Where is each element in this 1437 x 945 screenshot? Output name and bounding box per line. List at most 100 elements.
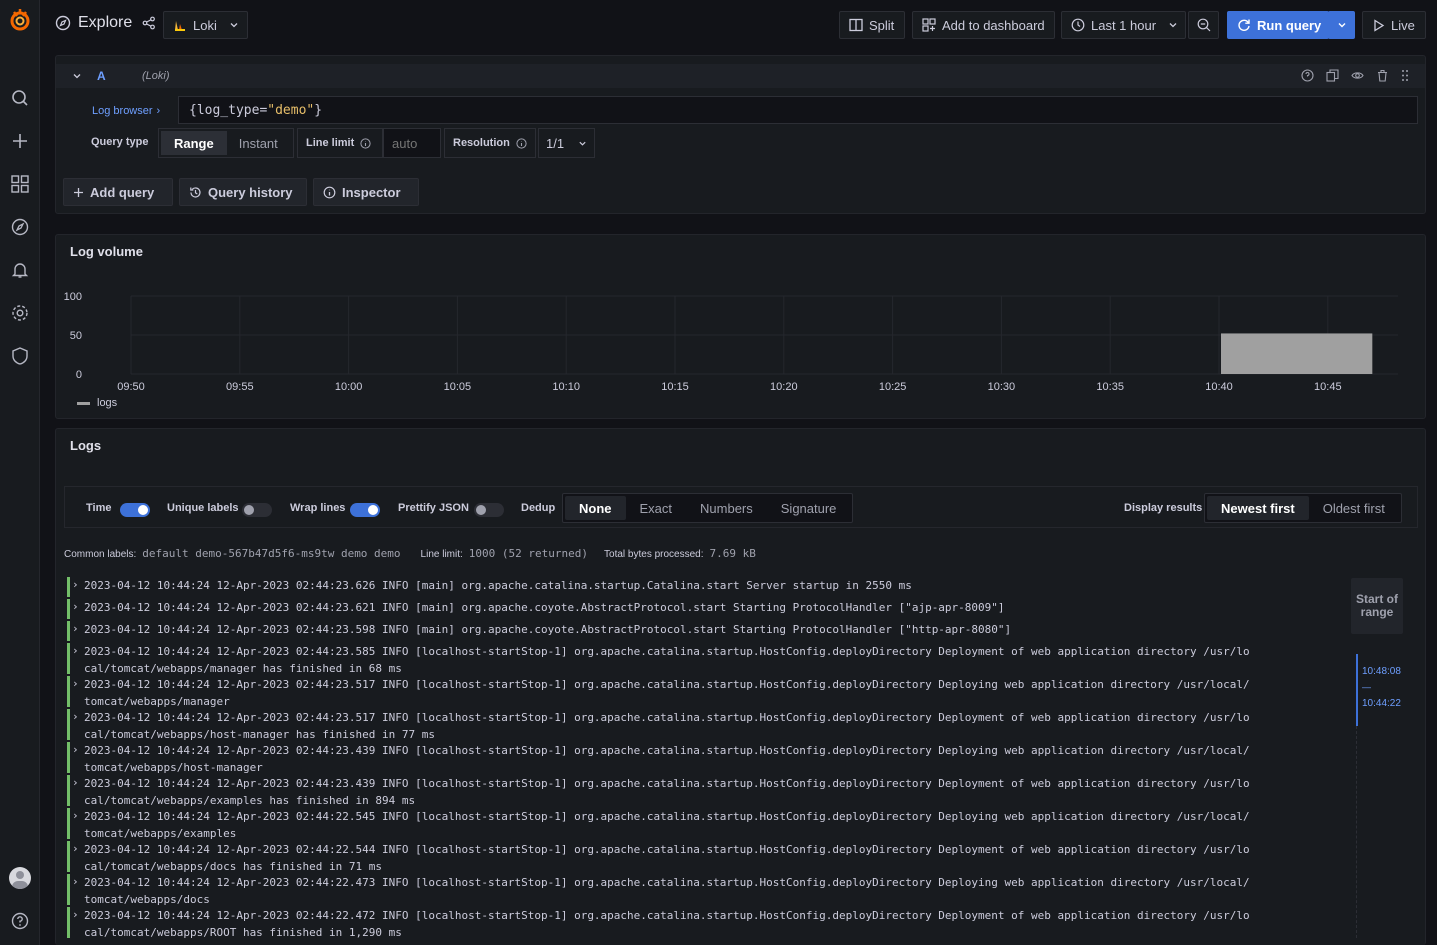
duplicate-icon[interactable] — [1326, 69, 1339, 82]
chevron-down-icon[interactable] — [72, 71, 82, 81]
live-button[interactable]: Live — [1362, 11, 1426, 39]
chevron-right-icon[interactable]: › — [72, 621, 79, 638]
x-tick-label: 10:00 — [335, 381, 363, 393]
chevron-right-icon[interactable]: › — [72, 907, 79, 924]
log-line: 2023-04-12 10:44:24 12-Apr-2023 02:44:23… — [84, 645, 1250, 658]
run-query-dropdown[interactable] — [1328, 11, 1355, 39]
prettify-json-toggle[interactable] — [474, 503, 504, 517]
zoom-out-icon — [1197, 18, 1210, 32]
chevron-right-icon[interactable]: › — [72, 643, 79, 660]
trash-icon[interactable] — [1376, 69, 1389, 82]
log-row[interactable]: › 2023-04-12 10:44:24 12-Apr-2023 02:44:2… — [67, 577, 1347, 597]
bytes-processed-value: 7.69 kB — [709, 547, 756, 560]
drag-handle-icon[interactable] — [1401, 69, 1409, 82]
help-icon[interactable] — [0, 907, 40, 935]
chevron-right-icon[interactable]: › — [72, 775, 79, 792]
grafana-logo-icon[interactable] — [0, 6, 40, 34]
unique-labels-toggle[interactable] — [242, 503, 272, 517]
chevron-right-icon[interactable]: › — [72, 599, 79, 616]
query-input[interactable]: {log_type="demo"} — [178, 96, 1418, 124]
bell-icon[interactable] — [0, 256, 40, 284]
common-labels-value: default demo-567b47d5f6-ms9tw demo demo — [142, 547, 401, 560]
x-tick-label: 10:35 — [1096, 381, 1124, 393]
shield-icon[interactable] — [0, 342, 40, 370]
log-row[interactable]: › 2023-04-12 10:44:24 12-Apr-2023 02:44:2… — [67, 907, 1347, 939]
chevron-right-icon[interactable]: › — [72, 874, 79, 891]
y-tick-label: 100 — [64, 291, 82, 303]
log-row[interactable]: › 2023-04-12 10:44:24 12-Apr-2023 02:44:2… — [67, 841, 1347, 873]
line-limit-input[interactable] — [383, 128, 441, 158]
sort-newest-first[interactable]: Newest first — [1207, 496, 1309, 520]
chevron-down-icon — [579, 141, 586, 146]
eye-icon[interactable] — [1351, 69, 1364, 82]
chevron-right-icon[interactable]: › — [72, 676, 79, 693]
dedup-signature[interactable]: Signature — [767, 496, 851, 520]
zoom-out-button[interactable] — [1188, 11, 1219, 39]
log-line: 2023-04-12 10:44:24 12-Apr-2023 02:44:22… — [84, 876, 1250, 889]
query-type-instant[interactable]: Instant — [227, 131, 290, 155]
dedup-none[interactable]: None — [565, 496, 626, 520]
query-row-header: A (Loki) — [56, 64, 1425, 88]
log-line: 2023-04-12 10:44:24 12-Apr-2023 02:44:23… — [84, 777, 1250, 790]
x-tick-label: 10:25 — [879, 381, 907, 393]
query-datasource-hint: (Loki) — [142, 70, 170, 82]
log-line: 2023-04-12 10:44:24 12-Apr-2023 02:44:22… — [84, 909, 1250, 922]
chevron-right-icon[interactable]: › — [72, 742, 79, 759]
inspector-button[interactable]: Inspector — [313, 178, 419, 206]
share-icon[interactable] — [142, 16, 156, 30]
search-icon[interactable] — [0, 84, 40, 112]
line-limit-label-box: Line limit — [297, 128, 383, 158]
query-expr-value: "demo" — [267, 103, 315, 118]
avatar[interactable] — [0, 864, 40, 892]
log-row[interactable]: › 2023-04-12 10:44:24 12-Apr-2023 02:44:2… — [67, 676, 1347, 708]
chevron-right-icon[interactable]: › — [72, 577, 79, 594]
x-tick-label: 10:20 — [770, 381, 798, 393]
info-icon — [360, 137, 371, 149]
range-dash: — — [1362, 682, 1371, 692]
plus-icon[interactable] — [0, 127, 40, 155]
log-row[interactable]: › 2023-04-12 10:44:24 12-Apr-2023 02:44:2… — [67, 599, 1347, 619]
log-row[interactable]: › 2023-04-12 10:44:24 12-Apr-2023 02:44:2… — [67, 874, 1347, 906]
query-type-range[interactable]: Range — [161, 131, 227, 155]
add-to-dashboard-button[interactable]: Add to dashboard — [912, 11, 1055, 39]
query-history-button[interactable]: Query history — [179, 178, 307, 206]
log-row[interactable]: › 2023-04-12 10:44:24 12-Apr-2023 02:44:2… — [67, 742, 1347, 774]
dashboards-icon[interactable] — [0, 170, 40, 198]
time-range-picker[interactable]: Last 1 hour — [1061, 11, 1186, 39]
log-volume-bar — [1221, 333, 1373, 374]
log-row[interactable]: › 2023-04-12 10:44:24 12-Apr-2023 02:44:2… — [67, 709, 1347, 741]
gear-icon[interactable] — [0, 299, 40, 327]
chevron-right-icon[interactable]: › — [72, 841, 79, 858]
log-row[interactable]: › 2023-04-12 10:44:24 12-Apr-2023 02:44:2… — [67, 808, 1347, 840]
compass-icon[interactable] — [0, 213, 40, 241]
range-indicator[interactable]: 10:48:08 — 10:44:22 — [1356, 654, 1402, 726]
loki-icon — [175, 21, 185, 31]
help-icon[interactable] — [1301, 69, 1314, 82]
start-of-range-button[interactable]: Start of range — [1351, 578, 1403, 634]
wrap-lines-toggle[interactable] — [350, 503, 380, 517]
compass-icon — [55, 15, 71, 31]
chevron-right-icon[interactable]: › — [72, 709, 79, 726]
query-ref-id[interactable]: A — [97, 69, 106, 83]
dedup-exact[interactable]: Exact — [626, 496, 687, 520]
chevron-right-icon[interactable]: › — [72, 808, 79, 825]
datasource-name: Loki — [193, 17, 217, 33]
resolution-select[interactable]: 1/1 — [538, 128, 595, 158]
dedup-numbers[interactable]: Numbers — [686, 496, 767, 520]
range-top-time: 10:48:08 — [1362, 666, 1401, 677]
datasource-picker[interactable]: Loki — [163, 11, 248, 39]
log-browser-button[interactable]: Log browser › — [84, 98, 171, 124]
log-row[interactable]: › 2023-04-12 10:44:24 12-Apr-2023 02:44:2… — [67, 621, 1347, 641]
unique-labels-label: Unique labels — [167, 502, 239, 514]
run-query-button[interactable]: Run query — [1227, 11, 1329, 39]
add-query-button[interactable]: Add query — [63, 178, 173, 206]
log-row[interactable]: › 2023-04-12 10:44:24 12-Apr-2023 02:44:2… — [67, 775, 1347, 807]
log-line: 2023-04-12 10:44:24 12-Apr-2023 02:44:22… — [84, 810, 1250, 823]
split-button[interactable]: Split — [839, 11, 905, 39]
chart-legend[interactable]: logs — [77, 397, 117, 409]
range-track — [1356, 726, 1358, 938]
x-tick-label: 10:40 — [1205, 381, 1233, 393]
time-toggle[interactable] — [120, 503, 150, 517]
sort-oldest-first[interactable]: Oldest first — [1309, 496, 1399, 520]
log-row[interactable]: › 2023-04-12 10:44:24 12-Apr-2023 02:44:2… — [67, 643, 1347, 675]
